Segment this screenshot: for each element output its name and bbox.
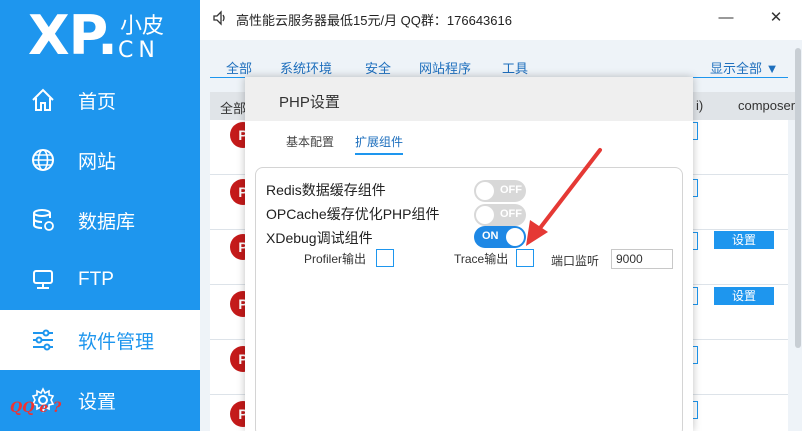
toggle-state: ON: [482, 230, 499, 242]
toggle-knob: [506, 228, 524, 246]
monitor-icon: [30, 267, 56, 293]
sidebar-item-ftp[interactable]: FTP: [0, 250, 200, 310]
sidebar-item-label: 首页: [78, 91, 117, 113]
xdebug-label: XDebug调试组件: [266, 230, 373, 246]
opcache-label: OPCache缓存优化PHP组件: [266, 206, 440, 222]
watermark: QQ e ?: [10, 400, 62, 416]
extensions-panel: Redis数据缓存组件 OFF OPCache缓存优化PHP组件 OFF XDe…: [255, 167, 683, 431]
sidebar-item-home[interactable]: 首页: [0, 70, 200, 130]
sidebar: XP. 小皮 CN 首页 网站 数据库 FTP 软件管理 设置 QQ e ?: [0, 0, 200, 431]
minimize-button[interactable]: —: [716, 8, 736, 28]
row-settings-button[interactable]: 设置: [714, 231, 774, 249]
sidebar-item-label: 设置: [78, 391, 117, 413]
globe-icon: [30, 147, 56, 173]
sidebar-item-website[interactable]: 网站: [0, 130, 200, 190]
dialog-header: PHP设置: [245, 77, 693, 121]
column-header-composer: composer: [738, 98, 796, 113]
toggle-knob: [476, 206, 494, 224]
php-settings-dialog: PHP设置 基本配置 扩展组件 Redis数据缓存组件 OFF OPCache缓…: [245, 77, 693, 431]
sidebar-item-software[interactable]: 软件管理: [0, 310, 200, 370]
toggle-knob: [476, 182, 494, 200]
logo-bottom: CN: [118, 38, 160, 63]
tab-basic-config[interactable]: 基本配置: [286, 133, 334, 150]
port-input[interactable]: [611, 249, 673, 269]
sidebar-item-label: 数据库: [78, 211, 136, 233]
logo-top: 小皮: [120, 14, 165, 39]
opcache-toggle[interactable]: OFF: [474, 204, 526, 226]
scrollbar[interactable]: [795, 48, 801, 348]
row-settings-button[interactable]: 设置: [714, 287, 774, 305]
announcement-text: 高性能云服务器最低15元/月 QQ群：176643616: [236, 13, 512, 28]
tab-all[interactable]: 全部: [226, 58, 252, 77]
profiler-checkbox[interactable]: [376, 249, 394, 267]
sidebar-item-label: FTP: [78, 269, 114, 290]
speaker-icon: [212, 10, 228, 26]
database-icon: [30, 207, 56, 233]
tab-web-programs[interactable]: 网站程序: [419, 58, 471, 77]
tab-extensions[interactable]: 扩展组件: [355, 133, 404, 155]
tab-security[interactable]: 安全: [365, 58, 391, 77]
tab-tools[interactable]: 工具: [502, 58, 528, 77]
column-header: 全部: [220, 101, 247, 116]
category-tabs: 全部 系统环境 安全 网站程序 工具: [210, 56, 788, 78]
sidebar-item-label: 软件管理: [78, 331, 155, 353]
toggle-state: OFF: [500, 184, 522, 196]
xdebug-toggle[interactable]: ON: [474, 226, 526, 248]
top-bar: 高性能云服务器最低15元/月 QQ群：176643616 — ✕: [200, 0, 802, 40]
app-logo: XP. 小皮 CN: [0, 0, 200, 78]
sliders-icon: [30, 327, 56, 353]
toggle-state: OFF: [500, 208, 522, 220]
close-button[interactable]: ✕: [766, 8, 786, 28]
logo-main: XP.: [28, 4, 118, 67]
tab-system-env[interactable]: 系统环境: [280, 58, 332, 77]
sidebar-item-label: 网站: [78, 151, 117, 173]
redis-label: Redis数据缓存组件: [266, 182, 386, 198]
port-label: 端口监听: [551, 254, 600, 268]
trace-label: Trace输出: [454, 252, 509, 266]
redis-toggle[interactable]: OFF: [474, 180, 526, 202]
show-all-dropdown[interactable]: 显示全部 ▼: [710, 58, 778, 77]
column-header: i): [696, 98, 704, 113]
dialog-title: PHP设置: [279, 94, 340, 111]
sidebar-item-database[interactable]: 数据库: [0, 190, 200, 250]
trace-checkbox[interactable]: [516, 249, 534, 267]
profiler-label: Profiler输出: [304, 252, 367, 266]
home-icon: [30, 87, 56, 113]
